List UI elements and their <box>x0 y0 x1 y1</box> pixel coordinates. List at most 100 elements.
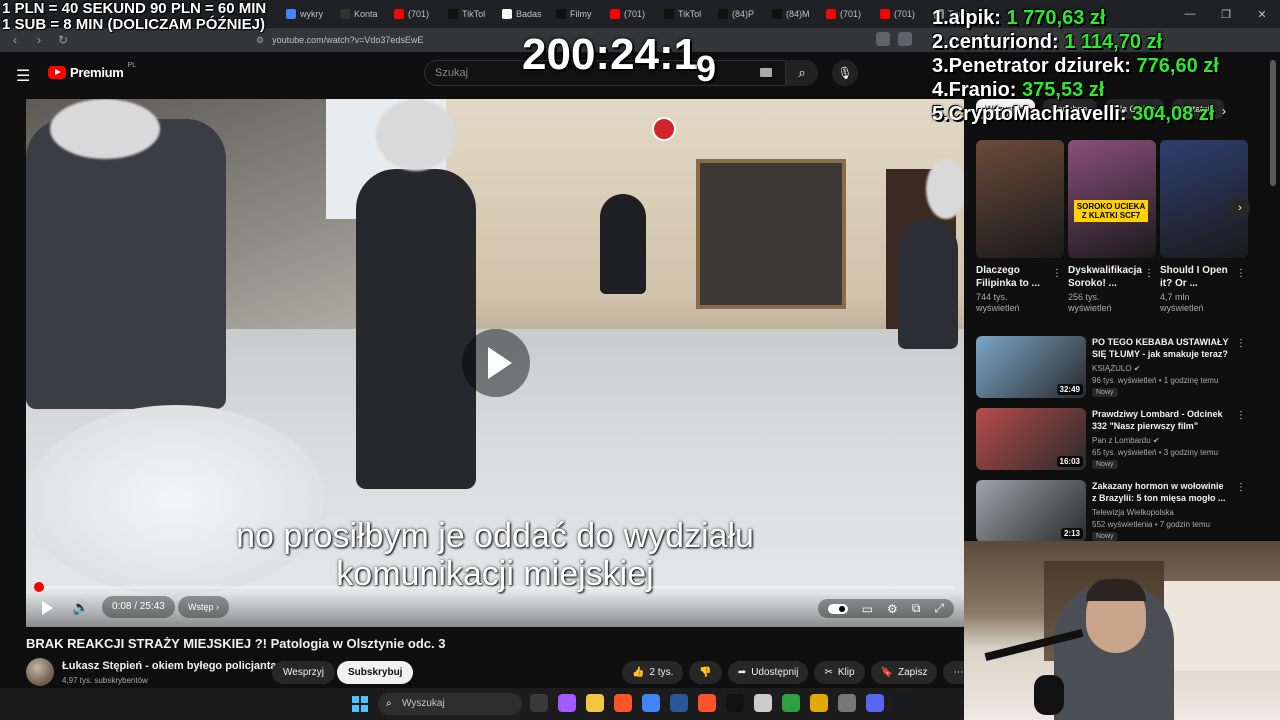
video-title[interactable]: PO TEGO KEBABA USTAWIAŁY SIĘ TŁUMY - jak… <box>1092 336 1230 360</box>
site-info-icon[interactable]: ⚙ <box>256 35 264 46</box>
browser-tab[interactable]: (84)M <box>766 3 820 25</box>
video-thumbnail[interactable]: 16:03 <box>976 408 1086 470</box>
browser-tab[interactable]: TikTol <box>658 3 712 25</box>
autoplay-toggle[interactable] <box>827 603 848 614</box>
video-player[interactable]: no prosiłbym je oddać do wydziału komuni… <box>26 99 964 627</box>
taskbar-app-icon[interactable] <box>754 694 772 712</box>
tab-label: (84)M <box>786 9 810 19</box>
video-title[interactable]: Prawdziwy Lombard - Odcinek 332 "Nasz pi… <box>1092 408 1230 432</box>
taskbar-app-icon[interactable] <box>586 694 604 712</box>
browser-tab[interactable]: wykry <box>280 3 334 25</box>
dislike-button[interactable]: 👎 <box>689 661 722 684</box>
menu-icon[interactable]: ☰ <box>16 66 30 86</box>
overlay-rules-line-2: 1 SUB = 8 MIN (DOLICZAM PÓŹNIEJ) <box>2 16 265 33</box>
recommended-video[interactable]: 16:03 Prawdziwy Lombard - Odcinek 332 "Na… <box>976 408 1252 472</box>
back-icon[interactable]: ‹ <box>8 33 22 47</box>
search-button[interactable]: ⌕ <box>786 60 818 86</box>
support-button[interactable]: Wesprzyj <box>272 661 335 684</box>
miniplayer-icon[interactable]: ⧉ <box>912 601 921 616</box>
more-icon[interactable]: ⋮ <box>1236 482 1246 493</box>
browser-tab[interactable]: (701) <box>820 3 874 25</box>
like-button[interactable]: 👍 2 tys. <box>622 661 684 684</box>
more-icon[interactable]: ⋮ <box>1236 268 1246 279</box>
taskbar-app-icon[interactable] <box>530 694 548 712</box>
short-card[interactable]: Should I Open it? Or ... 4,7 mln wyświetl… <box>1160 140 1248 314</box>
leaderboard-row: 1.alpik: 1 770,63 zł <box>932 6 1219 30</box>
browser-tab[interactable]: Filmy <box>550 3 604 25</box>
leaderboard-name: 3.Penetrator dziurek: <box>932 55 1137 77</box>
extension-icon[interactable] <box>876 32 890 46</box>
close-window-icon[interactable]: ✕ <box>1244 8 1280 21</box>
shorts-shelf: Dlaczego Filipinka to ... 744 tys. wyświe… <box>976 140 1248 314</box>
channel-name[interactable]: Łukasz Stępień - okiem byłego policjanta <box>62 660 277 672</box>
volume-icon[interactable]: 🔊 <box>72 599 89 616</box>
channel-name[interactable]: KSIĄŻULO ✔ <box>1092 364 1141 373</box>
windows-start-icon[interactable] <box>352 696 368 712</box>
video-thumbnail[interactable]: 2:13 <box>976 480 1086 542</box>
taskbar-search-input[interactable]: ⌕ Wyszukaj <box>378 693 522 715</box>
more-icon[interactable]: ⋮ <box>1236 410 1246 421</box>
short-title[interactable]: Dyskwalifikacja Soroko! ... <box>1068 264 1142 292</box>
scrollbar[interactable] <box>1270 60 1276 186</box>
short-views: 256 tys. wyświetleń <box>1068 292 1112 313</box>
browser-tab[interactable]: (701) <box>874 3 928 25</box>
taskbar-app-icon[interactable] <box>726 694 744 712</box>
settings-gear-icon[interactable]: ⚙ <box>887 602 898 616</box>
taskbar-app-icon[interactable] <box>866 694 884 712</box>
subtitles-icon[interactable]: ▭ <box>862 602 873 616</box>
channel-avatar[interactable] <box>26 658 54 686</box>
save-button[interactable]: 🔖 Zapisz <box>870 661 938 684</box>
shorts-next-icon[interactable]: › <box>1230 198 1250 218</box>
taskbar-app-icon[interactable] <box>670 694 688 712</box>
short-card[interactable]: SOROKO UCIEKA Z KLATKI SCF7 Dyskwalifikac… <box>1068 140 1156 314</box>
reload-icon[interactable]: ↻ <box>56 33 70 47</box>
channel-name[interactable]: Telewizja Wielkopolska <box>1092 508 1174 517</box>
chapter-button[interactable]: Wstęp › <box>178 596 230 618</box>
more-icon[interactable]: ⋮ <box>1236 338 1246 349</box>
chips-next-icon[interactable]: › <box>1222 104 1226 118</box>
share-button[interactable]: ➦ Udostępnij <box>727 661 809 684</box>
clip-button[interactable]: ✂ Klip <box>814 661 865 684</box>
taskbar-app-icon[interactable] <box>782 694 800 712</box>
tab-list: wykry Konta (701) TikTol Badas Filmy (701) TikT… <box>280 3 982 25</box>
taskbar-app-icon[interactable] <box>642 694 660 712</box>
short-title[interactable]: Should I Open it? Or ... <box>1160 264 1234 292</box>
fullscreen-icon[interactable]: ⤢ <box>934 601 944 616</box>
short-thumbnail[interactable]: SOROKO UCIEKA Z KLATKI SCF7 <box>1068 140 1156 258</box>
large-play-icon[interactable] <box>462 329 530 397</box>
short-title[interactable]: Dlaczego Filipinka to ... <box>976 264 1050 292</box>
youtube-logo[interactable]: Premium PL <box>48 62 136 80</box>
more-icon[interactable]: ⋮ <box>1144 268 1154 279</box>
recommended-video[interactable]: 32:49 PO TEGO KEBABA USTAWIAŁY SIĘ TŁUMY … <box>976 336 1252 400</box>
play-icon[interactable] <box>42 601 53 615</box>
video-title[interactable]: Zakazany hormon w wołowinie z Brazylii: … <box>1092 480 1230 504</box>
taskbar-app-icon[interactable] <box>558 694 576 712</box>
thumb-up-icon: 👍 <box>632 667 645 678</box>
recommended-video[interactable]: 2:13 Zakazany hormon w wołowinie z Brazyl… <box>976 480 1252 544</box>
short-thumbnail[interactable] <box>976 140 1064 258</box>
browser-tab[interactable]: Badas <box>496 3 550 25</box>
taskbar-app-icon[interactable] <box>698 694 716 712</box>
keyboard-icon[interactable] <box>760 68 772 77</box>
progress-scrubber[interactable] <box>34 582 44 592</box>
taskbar-app-icon[interactable] <box>894 694 912 712</box>
microphone-icon: 🎙 <box>837 66 853 80</box>
browser-tab[interactable]: (701) <box>388 3 442 25</box>
subscribe-button[interactable]: Subskrybuj <box>337 661 414 684</box>
short-card[interactable]: Dlaczego Filipinka to ... 744 tys. wyświe… <box>976 140 1064 314</box>
video-thumbnail[interactable]: 32:49 <box>976 336 1086 398</box>
browser-tab[interactable]: Konta <box>334 3 388 25</box>
progress-bar[interactable] <box>38 586 954 589</box>
voice-search-button[interactable]: 🎙 <box>832 60 858 86</box>
browser-tab[interactable]: TikTol <box>442 3 496 25</box>
channel-name[interactable]: Pan z Lombardu ✔ <box>1092 436 1160 445</box>
extension-icon[interactable] <box>898 32 912 46</box>
taskbar-app-icon[interactable] <box>838 694 856 712</box>
more-icon[interactable]: ⋮ <box>1052 268 1062 279</box>
browser-tab[interactable]: (84)P <box>712 3 766 25</box>
browser-tab[interactable]: (701) <box>604 3 658 25</box>
leaderboard-name: 5.CryptoMachiavelli: <box>932 103 1133 125</box>
forward-icon[interactable]: › <box>32 33 46 47</box>
taskbar-app-icon[interactable] <box>614 694 632 712</box>
taskbar-app-icon[interactable] <box>810 694 828 712</box>
